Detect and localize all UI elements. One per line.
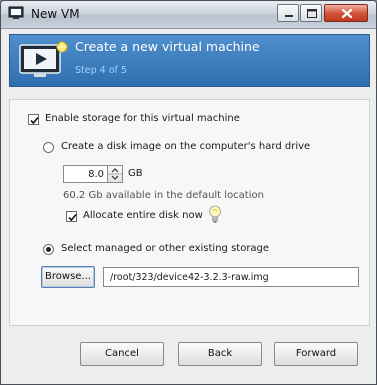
maximize-icon <box>307 9 317 18</box>
checkmark-icon <box>30 116 39 125</box>
existing-storage-radio[interactable] <box>43 244 54 255</box>
storage-panel: Enable storage for this virtual machine … <box>9 99 370 326</box>
enable-storage-label[interactable]: Enable storage for this virtual machine <box>45 113 240 124</box>
close-button[interactable] <box>324 4 368 22</box>
enable-storage-checkbox[interactable] <box>28 114 39 125</box>
chevron-down-icon[interactable] <box>111 175 119 180</box>
monitor-play-icon <box>18 41 70 81</box>
minimize-button[interactable] <box>277 4 299 22</box>
available-space-text: 60.2 Gb available in the default locatio… <box>63 190 264 201</box>
storage-path-value[interactable]: /root/323/device42-3.2.3-raw.img <box>110 272 269 283</box>
storage-path-input[interactable]: /root/323/device42-3.2.3-raw.img <box>103 267 359 287</box>
cancel-button[interactable]: Cancel <box>80 342 164 366</box>
disk-size-value[interactable]: 8.0 <box>88 169 104 180</box>
close-icon <box>341 8 353 19</box>
checkmark-icon <box>68 213 77 222</box>
create-disk-radio[interactable] <box>43 142 54 153</box>
allocate-disk-label[interactable]: Allocate entire disk now <box>83 210 203 221</box>
vm-app-icon <box>8 6 24 20</box>
lightbulb-icon <box>207 204 223 226</box>
wizard-banner: Create a new virtual machine Step 4 of 5 <box>9 34 370 87</box>
minimize-icon <box>285 15 293 17</box>
disk-size-spinner[interactable]: 8.0 <box>63 165 123 183</box>
window-title: New VM <box>31 7 80 21</box>
forward-button[interactable]: Forward <box>274 342 358 366</box>
maximize-button[interactable] <box>300 4 322 22</box>
banner-step: Step 4 of 5 <box>75 65 127 76</box>
radio-selected-dot <box>46 247 51 252</box>
new-vm-window: New VM Create a new virtual machine Step… <box>0 0 377 385</box>
spinner-arrows[interactable] <box>107 166 122 182</box>
existing-storage-label[interactable]: Select managed or other existing storage <box>61 243 269 254</box>
browse-button[interactable]: Browse... <box>41 266 95 288</box>
back-button[interactable]: Back <box>178 342 262 366</box>
disk-size-unit: GB <box>128 168 143 179</box>
allocate-disk-checkbox[interactable] <box>66 211 77 222</box>
banner-heading: Create a new virtual machine <box>75 39 260 54</box>
title-bar[interactable]: New VM <box>1 1 376 29</box>
chevron-up-icon[interactable] <box>111 168 119 173</box>
create-disk-label[interactable]: Create a disk image on the computer's ha… <box>61 141 310 152</box>
